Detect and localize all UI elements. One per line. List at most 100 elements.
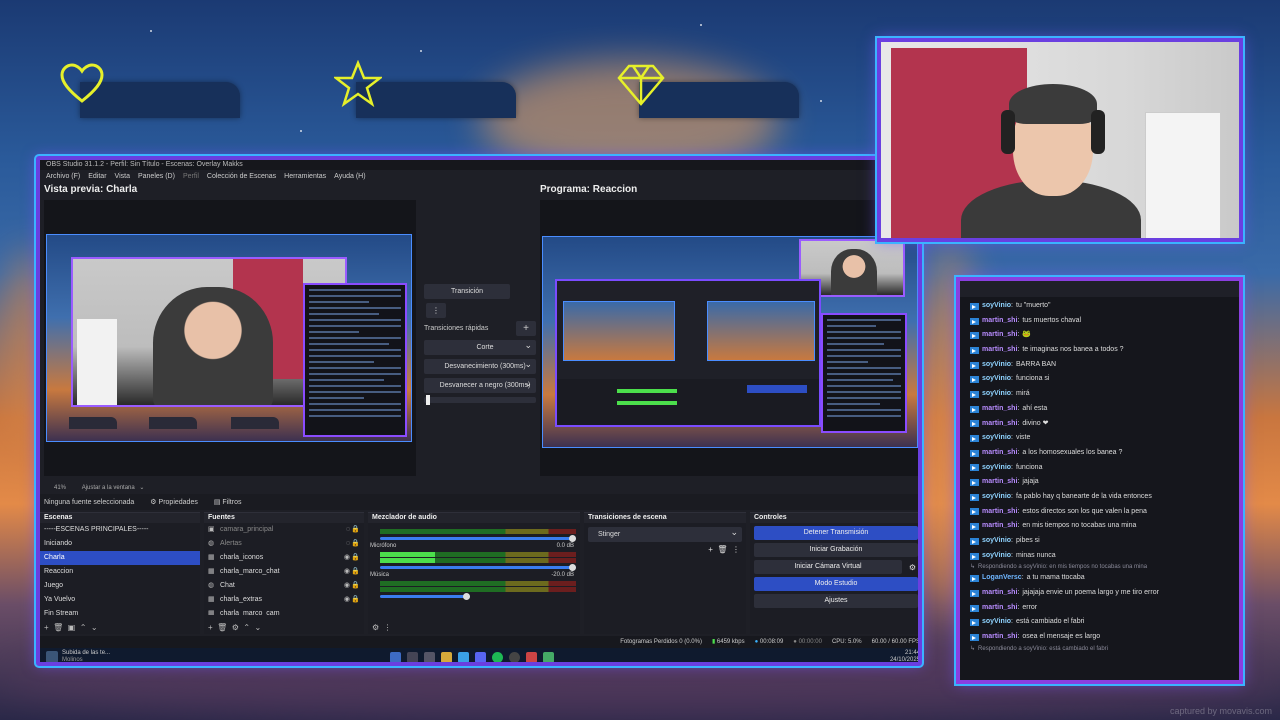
scene-item[interactable]: Ya Vuelvo: [40, 593, 200, 607]
quick-transition-fade-black[interactable]: Desvanecer a negro (300ms): [424, 376, 536, 393]
add-transition-icon[interactable]: +: [708, 545, 713, 554]
chat-username[interactable]: soyVinio: [982, 615, 1011, 630]
menu-editar[interactable]: Editar: [88, 173, 106, 180]
eye-icon[interactable]: ◉: [344, 593, 350, 607]
task-view-icon[interactable]: [424, 651, 435, 662]
scene-item[interactable]: Juego: [40, 579, 200, 593]
menu-vista[interactable]: Vista: [115, 173, 130, 180]
folder-icon[interactable]: [441, 651, 452, 662]
scene-item[interactable]: Iniciando: [40, 537, 200, 551]
add-quick-transition-button[interactable]: +: [516, 321, 536, 336]
taskbar-media[interactable]: Subida de las te... Molinos: [40, 650, 160, 662]
lock-icon[interactable]: 🔒: [351, 537, 360, 551]
move-down-icon[interactable]: ⌄: [91, 623, 98, 632]
lock-icon[interactable]: 🔒: [351, 551, 360, 565]
chat-username[interactable]: martin_shi: [982, 630, 1017, 645]
chat-username[interactable]: soyVinio: [982, 358, 1011, 373]
menu-archivo[interactable]: Archivo (F): [46, 173, 80, 180]
chat-username[interactable]: soyVinio: [982, 431, 1011, 446]
studio-mode-button[interactable]: Modo Estudio: [754, 577, 918, 591]
chat-username[interactable]: soyVinio: [982, 490, 1011, 505]
transition-menu-button[interactable]: ⋮: [426, 303, 446, 318]
program-canvas[interactable]: [540, 200, 918, 476]
chat-username[interactable]: martin_shi: [982, 519, 1017, 534]
menu-herramientas[interactable]: Herramientas: [284, 173, 326, 180]
taskbar-clock[interactable]: 21:44 24/10/2025: [890, 650, 918, 662]
scene-item[interactable]: Reaccion: [40, 565, 200, 579]
eye-hidden-icon[interactable]: ◌: [346, 537, 350, 551]
chat-username[interactable]: soyVinio: [982, 534, 1011, 549]
transition-button[interactable]: Transición: [424, 284, 510, 299]
remove-source-icon[interactable]: 🗑: [217, 623, 227, 632]
scene-item-active[interactable]: Charla: [40, 551, 200, 565]
preview-canvas[interactable]: [44, 200, 416, 476]
chat-username[interactable]: martin_shi: [982, 328, 1017, 343]
source-item[interactable]: ◍ Alertas ◌ 🔒: [204, 537, 364, 551]
chat-username[interactable]: martin_shi: [982, 343, 1017, 358]
chat-username[interactable]: soyVinio: [982, 549, 1011, 564]
chat-username[interactable]: martin_shi: [982, 475, 1017, 490]
chat-username[interactable]: martin_shi: [982, 314, 1017, 329]
source-item[interactable]: ▦ charla_marco_chat ◉ 🔒: [204, 565, 364, 579]
virtual-camera-settings-icon[interactable]: ⚙: [909, 563, 916, 572]
menu-coleccion[interactable]: Colección de Escenas: [207, 173, 276, 180]
scene-item[interactable]: -----ESCENAS PRINCIPALES-----: [40, 523, 200, 537]
chat-username[interactable]: soyVinio: [982, 372, 1011, 387]
move-up-icon[interactable]: ⌃: [243, 623, 250, 632]
mic-volume-slider[interactable]: [380, 564, 576, 571]
windows-start-icon[interactable]: [390, 651, 401, 662]
remove-scene-icon[interactable]: 🗑: [53, 623, 63, 632]
chat-username[interactable]: martin_shi: [982, 601, 1017, 616]
add-source-icon[interactable]: +: [208, 623, 213, 632]
source-item[interactable]: ◍ Chat ◉ 🔒: [204, 579, 364, 593]
chat-username[interactable]: LoganVersc: [982, 571, 1022, 586]
desktop-audio-slider[interactable]: [380, 535, 576, 542]
transition-menu-icon[interactable]: ⋮: [732, 545, 740, 554]
eye-hidden-icon[interactable]: ◌: [346, 523, 350, 537]
source-item[interactable]: ▦ charla_marco_cam: [204, 607, 364, 615]
browser-icon[interactable]: [458, 651, 469, 662]
quick-transition-corte[interactable]: Corte: [424, 338, 536, 355]
menu-perfil[interactable]: Perfil: [183, 173, 199, 180]
source-item[interactable]: ▦ charla_iconos ◉ 🔒: [204, 551, 364, 565]
menu-paneles[interactable]: Paneles (D): [138, 173, 175, 180]
app-icon[interactable]: [526, 651, 537, 662]
chat-username[interactable]: martin_shi: [982, 505, 1017, 520]
move-down-icon[interactable]: ⌄: [255, 623, 262, 632]
eye-icon[interactable]: ◉: [344, 551, 350, 565]
chat-username[interactable]: martin_shi: [982, 586, 1017, 601]
mixer-settings-icon[interactable]: ⚙: [372, 623, 379, 632]
eye-icon[interactable]: ◉: [344, 579, 350, 593]
t-bar-slider[interactable]: [424, 395, 536, 405]
chat-username[interactable]: martin_shi: [982, 417, 1017, 432]
scene-item[interactable]: Fin Stream: [40, 607, 200, 615]
lock-icon[interactable]: 🔒: [351, 565, 360, 579]
stop-stream-button[interactable]: Detener Transmisión: [754, 526, 918, 540]
discord-icon[interactable]: [475, 651, 486, 662]
quick-transition-fade[interactable]: Desvanecimiento (300ms): [424, 357, 536, 374]
add-scene-icon[interactable]: +: [44, 623, 49, 632]
lock-icon[interactable]: 🔒: [351, 579, 360, 593]
tab-filters[interactable]: ▤ Filtros: [214, 498, 242, 506]
mixer-menu-icon[interactable]: ⋮: [384, 623, 392, 632]
scene-filter-icon[interactable]: ▣: [68, 623, 76, 632]
search-icon[interactable]: [407, 651, 418, 662]
source-item[interactable]: ▦ charla_extras ◉ 🔒: [204, 593, 364, 607]
lock-icon[interactable]: 🔒: [351, 593, 360, 607]
settings-button[interactable]: Ajustes: [754, 594, 918, 608]
source-settings-icon[interactable]: ⚙: [232, 623, 239, 632]
start-virtual-camera-button[interactable]: Iniciar Cámara Virtual: [754, 560, 902, 574]
tab-properties[interactable]: ⚙ Propiedades: [150, 498, 198, 506]
eye-icon[interactable]: ◉: [344, 565, 350, 579]
chat-username[interactable]: soyVinio: [982, 299, 1011, 314]
move-up-icon[interactable]: ⌃: [80, 623, 87, 632]
music-volume-slider[interactable]: [380, 593, 470, 600]
obs-icon[interactable]: [509, 651, 520, 662]
start-recording-button[interactable]: Iniciar Grabación: [754, 543, 918, 557]
menu-ayuda[interactable]: Ayuda (H): [334, 173, 365, 180]
source-item[interactable]: ▣ camara_principal ◌ 🔒: [204, 523, 364, 537]
spotify-icon[interactable]: [492, 651, 503, 662]
chat-username[interactable]: soyVinio: [982, 461, 1011, 476]
app-icon[interactable]: [543, 651, 554, 662]
fit-window-dropdown[interactable]: Ajustar a la ventana: [82, 485, 135, 491]
